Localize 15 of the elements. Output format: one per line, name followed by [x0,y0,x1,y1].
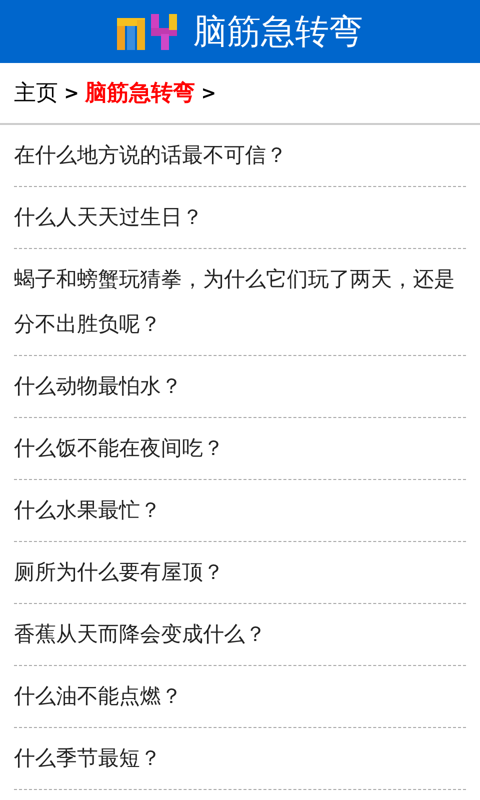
question-link[interactable]: 厕所为什么要有屋顶？ [14,550,466,595]
question-link[interactable]: 什么人天天过生日？ [14,195,466,240]
breadcrumb-separator: > [201,82,216,106]
question-link[interactable]: 什么油不能点燃？ [14,674,466,719]
question-link[interactable]: 什么季节最短？ [14,736,466,781]
breadcrumb-link[interactable]: 主页 [14,76,58,110]
question-link[interactable]: 在什么地方说的话最不可信？ [14,133,466,178]
question-link[interactable]: 什么水果最忙？ [14,488,466,533]
app-title: 脑筋急转弯 [193,14,363,48]
breadcrumb-link[interactable]: 脑筋急转弯 [85,76,196,110]
breadcrumb-separator: > [64,82,80,106]
question-link[interactable]: 香蕉从天而降会变成什么？ [14,612,466,657]
question-link[interactable]: 什么动物最怕水？ [14,364,466,409]
question-link[interactable]: 蝎子和螃蟹玩猜拳，为什么它们玩了两天，还是分不出胜负呢？ [14,257,466,347]
question-link[interactable]: 什么饭不能在夜间吃？ [14,426,466,471]
